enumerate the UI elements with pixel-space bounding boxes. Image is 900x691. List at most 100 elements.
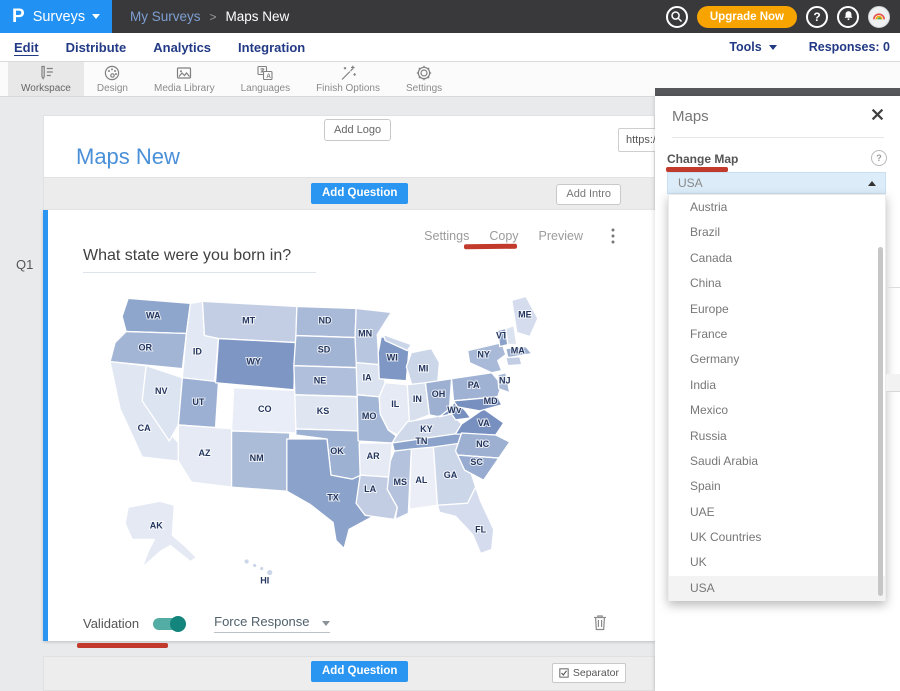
state-label-wy: WY [246,357,261,367]
map-option-mexico[interactable]: Mexico [669,398,885,423]
panel-divider [672,137,884,138]
add-intro-button[interactable]: Add Intro [556,184,621,205]
map-option-brazil[interactable]: Brazil [669,220,885,245]
chevron-down-icon [769,45,777,50]
map-option-china[interactable]: China [669,271,885,296]
responses-count[interactable]: Responses: 0 [809,40,890,54]
toolbar-item-workspace[interactable]: Workspace [8,61,84,96]
state-ctri[interactable] [506,357,522,366]
finish-options-icon [339,64,357,82]
state-label-la: LA [364,484,377,494]
survey-nav: Edit Distribute Analytics Integration Tools… [0,33,900,62]
validation-option-select[interactable]: Force Response [214,614,329,633]
state-label-ny: NY [477,350,490,360]
design-icon [103,64,121,82]
question-preview-link[interactable]: Preview [539,229,583,243]
toolbar-item-label: Media Library [154,83,215,94]
kebab-icon [611,228,615,244]
state-label-ia: IA [363,373,373,383]
dropdown-scrollbar[interactable] [878,247,883,596]
validation-toggle[interactable] [153,618,184,630]
tab-integration[interactable]: Integration [238,40,305,55]
toolbar-item-design[interactable]: Design [84,61,141,96]
toolbar-item-label: Workspace [21,83,71,94]
add-question-button[interactable]: Add Question [311,183,408,204]
delete-question-button[interactable] [593,614,607,631]
state-label-hi: HI [260,576,269,586]
panel-close-button[interactable] [871,108,884,121]
upgrade-now-button[interactable]: Upgrade Now [697,6,797,28]
state-label-ms: MS [394,477,408,487]
add-question-button-bottom[interactable]: Add Question [311,661,408,682]
state-ak[interactable] [125,501,196,567]
state-nh[interactable] [506,326,517,345]
toolbar-item-settings[interactable]: Settings [393,61,455,96]
tab-analytics[interactable]: Analytics [153,40,211,55]
map-option-europe[interactable]: Europe [669,297,885,322]
help-button[interactable]: ? [806,6,828,28]
map-select[interactable]: USA [667,172,886,194]
usa-map: WAORCAIDNVUTAZMTWYCONMNDSDNEKSOKTXMNIAMO… [98,290,560,592]
map-option-spain[interactable]: Spain [669,474,885,499]
tab-distribute[interactable]: Distribute [66,40,127,55]
change-map-help-icon[interactable]: ? [871,150,887,166]
toolbar-item-finish-options[interactable]: Finish Options [303,61,393,96]
map-option-india[interactable]: India [669,373,885,398]
annotation-underline-validation [77,643,168,648]
validation-label: Validation [83,616,139,631]
state-label-or: OR [138,343,152,353]
breadcrumb-my-surveys[interactable]: My Surveys [130,9,201,24]
map-option-uae[interactable]: UAE [669,500,885,525]
toolbar-item-label: Design [97,83,128,94]
bell-icon [842,10,855,23]
tools-menu[interactable]: Tools [729,40,776,54]
state-label-wi: WI [387,353,398,363]
toolbar-item-languages[interactable]: ALanguages [228,61,304,96]
state-label-az: AZ [198,448,211,458]
state-label-me: ME [518,309,532,319]
separator-toggle[interactable]: Separator [552,663,626,683]
add-question-band: Add Question Add Intro [43,178,655,210]
tab-edit[interactable]: Edit [14,40,39,55]
map-option-austria[interactable]: Austria [669,195,885,220]
question-more-menu[interactable] [611,228,615,244]
state-label-md: MD [484,396,499,406]
state-label-ut: UT [192,397,205,407]
map-option-saudi-arabia[interactable]: Saudi Arabia [669,449,885,474]
search-button[interactable] [666,6,688,28]
map-option-uk[interactable]: UK [669,550,885,575]
notifications-button[interactable] [837,6,859,28]
question-settings-link[interactable]: Settings [424,229,469,243]
state-hi[interactable] [244,559,249,564]
breadcrumb-separator: > [210,10,217,24]
map-option-uk-countries[interactable]: UK Countries [669,525,885,550]
state-label-ok: OK [330,446,344,456]
map-option-canada[interactable]: Canada [669,246,885,271]
map-option-list: AustriaBrazilCanadaChinaEuropeFranceGerm… [669,195,885,601]
languages-icon: A [256,64,274,82]
topbar-actions: Upgrade Now ? [666,0,890,33]
next-section: Add Question Separator [43,656,655,691]
map-option-usa[interactable]: USA [669,576,885,601]
question-actions: Settings Copy Preview [424,228,615,244]
survey-title[interactable]: Maps New [76,144,180,170]
map-option-russia[interactable]: Russia [669,424,885,449]
account-menu-button[interactable] [868,6,890,28]
state-label-nd: ND [318,315,332,325]
product-switcher[interactable]: P Surveys [0,0,112,33]
question-text[interactable]: What state were you born in? [83,247,316,273]
question-copy-link[interactable]: Copy [489,229,518,243]
state-hi[interactable] [253,564,257,568]
add-logo-button[interactable]: Add Logo [324,119,391,141]
state-hi[interactable] [260,567,264,571]
state-label-va: VA [478,418,490,428]
annotation-underline-settings [464,244,517,250]
toolbar-item-label: Finish Options [316,83,380,94]
map-option-france[interactable]: France [669,322,885,347]
map-option-germany[interactable]: Germany [669,347,885,372]
question-number: Q1 [16,257,33,272]
toolbar-item-media-library[interactable]: Media Library [141,61,228,96]
state-ne[interactable] [294,366,366,397]
state-label-mn: MN [358,329,372,339]
survey-header: Add Logo Maps New [43,115,655,178]
